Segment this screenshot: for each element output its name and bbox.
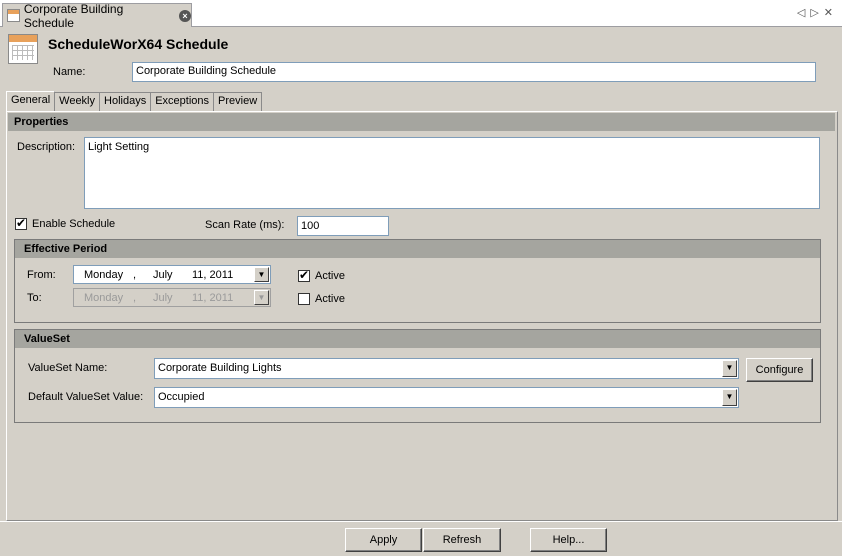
property-tabs: General Weekly Holidays Exceptions Previ… <box>6 91 263 112</box>
to-label: To: <box>27 292 42 304</box>
valueset-heading: ValueSet <box>15 330 820 348</box>
scroll-right-icon[interactable]: ▷ <box>810 7 823 19</box>
from-label: From: <box>27 269 56 281</box>
to-separator: , <box>133 292 137 304</box>
to-date: 11, 2011 <box>192 292 234 304</box>
default-valueset-value-label: Default ValueSet Value: <box>28 391 144 403</box>
from-active-check-icon[interactable] <box>298 268 310 282</box>
page-title: ScheduleWorX64 Schedule <box>48 36 229 52</box>
description-label: Description: <box>17 141 76 153</box>
to-active-label: Active <box>315 293 345 305</box>
scan-rate-field[interactable]: 100 <box>297 216 389 236</box>
effective-period-heading: Effective Period <box>15 240 820 258</box>
tab-holidays[interactable]: Holidays <box>100 92 152 111</box>
document-tab[interactable]: Corporate Building Schedule × <box>2 1 192 30</box>
name-label: Name: <box>53 66 86 78</box>
from-month[interactable]: July <box>153 269 173 281</box>
enable-schedule-check-icon[interactable] <box>15 216 27 230</box>
from-date-picker[interactable]: Monday , July 11, 2011 ▼ <box>73 265 271 284</box>
valueset-name-value: Corporate Building Lights <box>158 362 282 374</box>
from-day[interactable]: Monday <box>84 269 123 281</box>
to-active-checkbox[interactable]: Active <box>298 293 345 305</box>
chevron-down-icon[interactable]: ▼ <box>722 389 737 406</box>
to-month: July <box>153 292 173 304</box>
calendar-icon <box>7 9 20 22</box>
tab-general[interactable]: General <box>6 91 56 112</box>
scroll-left-icon[interactable]: ◁ <box>797 7 810 19</box>
enable-schedule-label: Enable Schedule <box>32 218 116 230</box>
name-field[interactable]: Corporate Building Schedule <box>132 62 816 82</box>
apply-button[interactable]: Apply <box>345 528 422 552</box>
from-date[interactable]: 11, 2011 <box>192 269 233 281</box>
valueset-name-label: ValueSet Name: <box>28 362 108 374</box>
to-active-check-icon[interactable] <box>298 293 310 305</box>
schedule-calendar-icon <box>8 34 38 64</box>
close-icon[interactable]: ✕ <box>824 7 838 19</box>
from-active-checkbox[interactable]: Active <box>298 268 345 282</box>
tab-navigation: ◁▷✕ <box>797 6 838 19</box>
enable-schedule-checkbox[interactable]: Enable Schedule <box>15 216 116 230</box>
tab-weekly[interactable]: Weekly <box>55 92 101 111</box>
to-day: Monday <box>84 292 124 304</box>
document-tab-bar: Corporate Building Schedule × ◁▷✕ <box>0 0 842 30</box>
to-date-picker[interactable]: Monday , July 11, 2011 ▼ <box>73 288 271 307</box>
properties-heading: Properties <box>8 113 835 131</box>
from-separator: , <box>133 269 137 281</box>
chevron-down-icon: ▼ <box>254 290 269 305</box>
description-field[interactable]: Light Setting <box>84 137 820 209</box>
chevron-down-icon[interactable]: ▼ <box>722 360 737 377</box>
scan-rate-label: Scan Rate (ms): <box>205 219 285 231</box>
from-active-label: Active <box>315 270 345 282</box>
chevron-down-icon[interactable]: ▼ <box>254 267 269 282</box>
tab-preview[interactable]: Preview <box>214 92 263 111</box>
document-tab-title: Corporate Building Schedule <box>23 1 124 30</box>
tab-exceptions[interactable]: Exceptions <box>151 92 215 111</box>
default-valueset-value-select[interactable]: Occupied ▼ <box>154 387 739 408</box>
configure-button[interactable]: Configure <box>746 358 813 382</box>
default-valueset-value: Occupied <box>158 391 205 403</box>
refresh-button[interactable]: Refresh <box>423 528 501 552</box>
valueset-name-select[interactable]: Corporate Building Lights ▼ <box>154 358 739 379</box>
help-button[interactable]: Help... <box>530 528 607 552</box>
close-tab-icon[interactable]: × <box>179 9 191 22</box>
